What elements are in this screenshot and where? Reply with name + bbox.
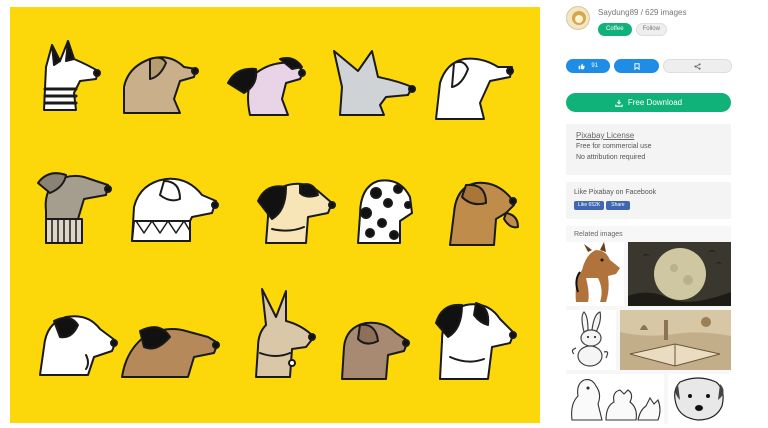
author-buttons: Coffee Follow	[598, 23, 687, 36]
sidebar: Saydung89 / 629 images Coffee Follow 91	[566, 6, 733, 424]
related-title: Related images	[574, 231, 623, 238]
dog-head-sketch-image	[674, 377, 724, 421]
facebook-box: Like Pixabay on Facebook Like 652K Share	[566, 182, 731, 219]
coffee-button[interactable]: Coffee	[598, 23, 632, 36]
action-bar: 91	[566, 59, 733, 73]
pets-sketch-image	[571, 379, 661, 421]
author-info: Saydung89 / 629 images Coffee Follow	[598, 6, 687, 36]
facebook-buttons: Like 652K Share	[574, 201, 723, 210]
license-box: Pixabay License Free for commercial use …	[566, 124, 731, 175]
main-image[interactable]	[10, 7, 540, 423]
share-icon	[694, 62, 701, 70]
page: Saydung89 / 629 images Coffee Follow 91	[0, 0, 768, 428]
related-thumb-pets-sketch[interactable]	[566, 374, 664, 424]
free-download-button[interactable]: Free Download	[566, 93, 731, 112]
related-thumb-collie[interactable]	[566, 242, 624, 306]
avatar[interactable]	[566, 6, 590, 30]
dog-heads-illustration	[10, 7, 540, 423]
facebook-share-button[interactable]: Share	[606, 201, 630, 210]
save-button[interactable]	[614, 59, 659, 73]
download-icon	[615, 99, 623, 107]
author-block: Saydung89 / 629 images Coffee Follow	[566, 6, 732, 40]
like-button[interactable]: 91	[566, 59, 611, 73]
avatar-highlight	[575, 15, 583, 23]
related-thumb-dog-sketch[interactable]	[668, 374, 731, 424]
download-label: Free Download	[627, 98, 683, 107]
bookmark-icon	[634, 62, 640, 70]
facebook-like-button[interactable]: Like 652K	[574, 201, 605, 210]
related-thumb-book[interactable]	[620, 310, 731, 370]
facebook-title: Like Pixabay on Facebook	[574, 189, 657, 196]
share-button[interactable]	[662, 59, 733, 73]
moon-night-image	[628, 242, 731, 306]
follow-button[interactable]: Follow	[635, 23, 667, 36]
like-count: 91	[591, 63, 599, 69]
related-thumb-bunny[interactable]	[566, 310, 616, 370]
license-line-commercial: Free for commercial use	[576, 143, 652, 150]
author-name[interactable]: Saydung89 / 629 images	[598, 7, 687, 18]
bunny-sketch-image	[571, 311, 609, 367]
related-thumb-moon[interactable]	[628, 242, 731, 306]
collie-image	[575, 242, 620, 302]
license-line-attribution: No attribution required	[576, 154, 646, 161]
license-link[interactable]: Pixabay License	[576, 131, 721, 141]
fantasy-book-image	[620, 310, 731, 370]
related-images: Related images	[566, 226, 731, 424]
thumbs-up-icon	[579, 63, 585, 69]
